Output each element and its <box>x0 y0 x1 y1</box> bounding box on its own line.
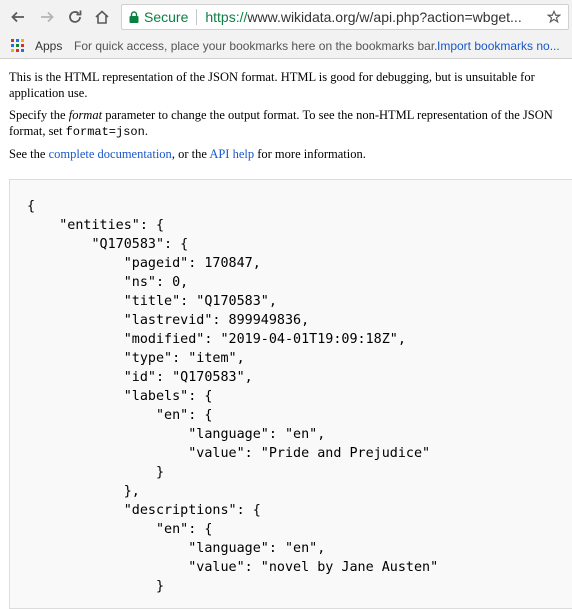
format-paragraph: Specify the format parameter to change t… <box>9 107 569 140</box>
json-line: { <box>27 199 36 214</box>
bookmarks-bar: Apps For quick access, place your bookma… <box>0 34 572 59</box>
see-paragraph: See the complete documentation, or the A… <box>9 146 569 162</box>
json-line: "value": "novel by Jane Austen" <box>27 560 439 575</box>
address-bar[interactable]: Secure https://www.wikidata.org/w/api.ph… <box>121 4 569 30</box>
lock-icon <box>129 11 139 23</box>
url-text[interactable]: https://www.wikidata.org/w/api.php?actio… <box>205 9 544 25</box>
reload-icon[interactable] <box>64 6 86 28</box>
import-bookmarks-link[interactable]: Import bookmarks no... <box>437 39 560 53</box>
intro-paragraph: This is the HTML representation of the J… <box>9 70 535 100</box>
see-pre: See the <box>9 147 49 161</box>
json-line: "modified": "2019-04-01T19:09:18Z", <box>27 332 406 347</box>
json-line: }, <box>27 484 140 499</box>
json-line: "entities": { <box>27 218 165 233</box>
forward-arrow-icon[interactable] <box>36 6 58 28</box>
back-arrow-icon[interactable] <box>7 6 29 28</box>
json-line: "labels": { <box>27 389 213 404</box>
secure-label: Secure <box>144 9 189 25</box>
json-line: "ns": 0, <box>27 275 189 290</box>
see-mid: , or the <box>171 147 210 161</box>
specify-end: . <box>144 124 148 138</box>
see-end: for more information. <box>254 147 366 161</box>
json-line: "Q170583": { <box>27 237 189 252</box>
bookmark-star-icon[interactable] <box>544 10 564 24</box>
api-help-link[interactable]: API help <box>209 147 254 161</box>
json-line: "title": "Q170583", <box>27 294 277 309</box>
apps-grid-icon[interactable] <box>11 39 25 53</box>
format-param: format <box>68 108 103 122</box>
json-line: "value": "Pride and Prejudice" <box>27 446 431 461</box>
json-output-box: { "entities": { "Q170583": { "pageid": 1… <box>9 179 572 609</box>
apps-label[interactable]: Apps <box>35 39 62 53</box>
json-line: "lastrevid": 899949836, <box>27 313 310 328</box>
bookmarks-hint: For quick access, place your bookmarks h… <box>74 39 438 53</box>
json-line: "en": { <box>27 522 213 537</box>
home-icon[interactable] <box>91 6 113 28</box>
page-content: This is the HTML representation of the J… <box>9 69 569 168</box>
json-output: { "entities": { "Q170583": { "pageid": 1… <box>10 180 572 596</box>
json-line: } <box>27 465 165 480</box>
json-line: "en": { <box>27 408 213 423</box>
json-line: "language": "en", <box>27 541 326 556</box>
json-line: "descriptions": { <box>27 503 261 518</box>
json-line: "type": "item", <box>27 351 245 366</box>
complete-documentation-link[interactable]: complete documentation <box>49 147 172 161</box>
json-line: "id": "Q170583", <box>27 370 253 385</box>
format-json-code: format=json <box>65 125 145 139</box>
browser-toolbar: Secure https://www.wikidata.org/w/api.ph… <box>0 0 572 34</box>
url-scheme: https:// <box>205 9 248 25</box>
json-line: "pageid": 170847, <box>27 256 261 271</box>
omnibox-divider <box>196 9 198 25</box>
json-line: "language": "en", <box>27 427 326 442</box>
specify-pre: Specify the <box>9 108 69 122</box>
json-line: } <box>27 579 165 594</box>
url-path: www.wikidata.org/w/api.php?action=wbget.… <box>247 9 522 25</box>
